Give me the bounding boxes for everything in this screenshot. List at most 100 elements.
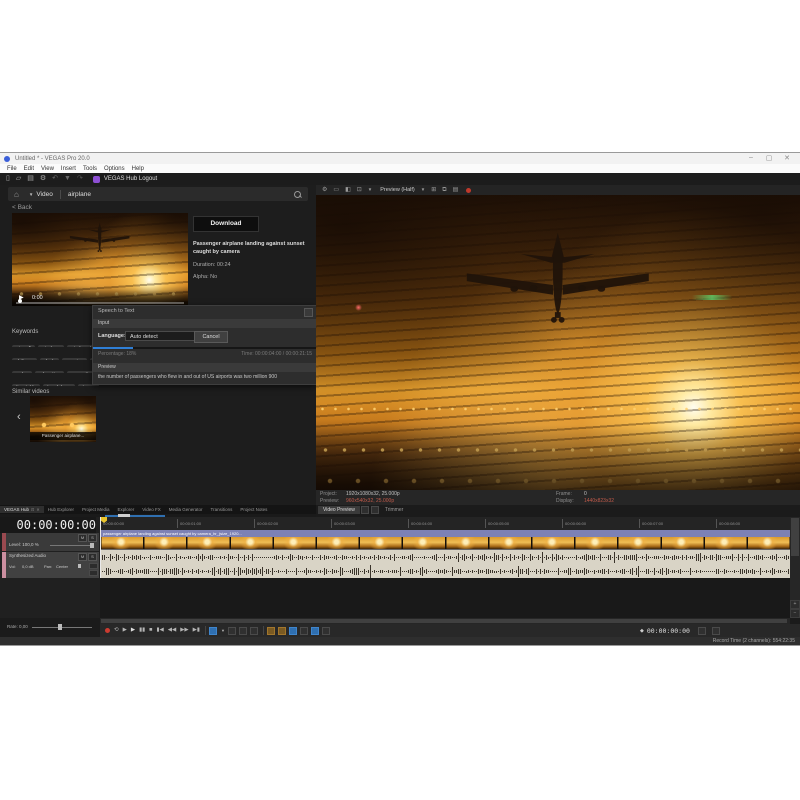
audio-track-header[interactable]: Synthesized Audio M S Vol: 0,0 dB Pan: C… — [2, 552, 99, 578]
tab-video-fx[interactable]: Video FX — [138, 506, 164, 513]
keyword-chip[interactable]: dusk — [40, 358, 59, 361]
grid-overlay-icon[interactable]: ⊞ — [431, 185, 436, 195]
keyword-chip[interactable]: airplane — [38, 345, 64, 348]
level-slider-track[interactable] — [50, 545, 94, 546]
lock-envelopes-button[interactable] — [278, 627, 286, 635]
back-link[interactable]: < Back — [12, 204, 32, 211]
menu-view[interactable]: View — [41, 166, 54, 172]
split-screen-icon[interactable]: ◧ — [345, 185, 351, 195]
undo-dropdown-icon[interactable]: ▼ — [64, 173, 71, 185]
menu-help[interactable]: Help — [132, 166, 144, 172]
auto-ripple-button[interactable] — [267, 627, 275, 635]
solo-button[interactable]: S — [88, 534, 97, 542]
loop-playback-icon[interactable]: ⟲ — [114, 624, 119, 637]
play-button[interactable]: ▶ — [131, 624, 135, 637]
seek-handle[interactable] — [18, 299, 22, 303]
maximize-button[interactable]: ▢ — [762, 154, 776, 162]
tab-video-preview[interactable]: Video Preview — [318, 506, 360, 514]
chevron-down-icon[interactable]: ▼ — [421, 185, 425, 195]
preview-quality-dropdown[interactable]: Preview (Half) — [380, 187, 415, 193]
selection-tool[interactable] — [239, 627, 247, 635]
tab-vegas-hub[interactable]: VEGAS Hub⊡✕ — [0, 506, 44, 513]
keyword-chip[interactable]: timetable — [12, 384, 40, 387]
keyword-chip[interactable]: radar — [12, 371, 32, 374]
hub-video-player[interactable]: ▶ 0:00 — [12, 213, 188, 306]
save-snapshot-icon[interactable]: ▤ — [453, 185, 459, 195]
menu-tools[interactable]: Tools — [83, 166, 97, 172]
step-forward-icon[interactable]: ▶▶ — [180, 624, 188, 637]
open-project-icon[interactable]: ▱ — [16, 173, 21, 185]
scroll-handle[interactable] — [101, 619, 787, 623]
video-clip-label[interactable]: passenger airplane landing against sunse… — [100, 530, 790, 537]
step-back-icon[interactable]: ◀◀ — [168, 624, 176, 637]
track-automation-button[interactable] — [89, 570, 98, 576]
vegas-hub-icon[interactable] — [93, 176, 100, 183]
search-input[interactable]: airplane — [68, 191, 91, 198]
similar-video-thumbnail[interactable]: Passenger airplane... — [30, 396, 96, 442]
mute-button[interactable]: M — [78, 534, 87, 542]
hub-search-bar[interactable]: ⌂ ▼ Video airplane — [8, 187, 308, 201]
track-name[interactable]: Synthesized Audio — [9, 553, 46, 558]
level-slider-handle[interactable] — [90, 543, 94, 548]
zoom-in-button[interactable]: + — [790, 600, 800, 609]
search-icon[interactable] — [294, 191, 301, 198]
tab-media-generator[interactable]: Media Generator — [165, 506, 207, 513]
timeline-body[interactable]: 00:00:00:00 00:00:01:00 00:00:02:00 00:0… — [100, 517, 790, 618]
save-project-icon[interactable]: ▤ — [27, 173, 34, 185]
redo-icon[interactable]: ↷ — [77, 173, 83, 185]
envelope-tool[interactable] — [228, 627, 236, 635]
cursor-time-value[interactable]: 00:00:00:00 — [647, 627, 690, 635]
timeline-ruler[interactable]: 00:00:00:00 00:00:01:00 00:00:02:00 00:0… — [100, 517, 790, 531]
preview-settings-icon[interactable]: ⚙ — [322, 185, 327, 195]
track-fx-button[interactable] — [89, 563, 98, 569]
enable-snapping-button[interactable] — [289, 627, 297, 635]
record-indicator-icon[interactable] — [466, 188, 471, 193]
quantize-frames-button[interactable] — [311, 627, 319, 635]
menu-insert[interactable]: Insert — [61, 166, 76, 172]
chevron-down-icon[interactable]: ▼ — [368, 185, 372, 195]
tab-explorer[interactable]: Explorer — [114, 506, 139, 513]
scroll-handle[interactable] — [791, 518, 799, 556]
keyword-chip[interactable]: touchdown — [43, 384, 75, 387]
close-icon[interactable]: ✕ — [36, 507, 39, 512]
tab-project-notes[interactable]: Project Notes — [236, 506, 271, 513]
pan-slider-handle[interactable] — [78, 564, 81, 568]
rate-slider-track[interactable] — [32, 627, 92, 628]
vegas-hub-logout-label[interactable]: VEGAS Hub Logout — [104, 176, 157, 182]
window-titlebar[interactable]: Untitled * - VEGAS Pro 20.0 — [0, 153, 800, 164]
category-dropdown[interactable]: ▼ Video — [29, 191, 53, 198]
tab-trimmer[interactable]: Trimmer — [380, 506, 408, 514]
pin-icon[interactable]: ⊡ — [31, 507, 34, 512]
pan-value[interactable]: Center — [56, 564, 68, 569]
close-button[interactable]: ✕ — [780, 154, 794, 162]
tab-transitions[interactable]: Transitions — [207, 506, 237, 513]
master-bus-track-header[interactable]: M S Level: 100,0 % — [2, 533, 99, 551]
keyword-chip[interactable]: delivery — [12, 358, 37, 361]
solo-button[interactable]: S — [88, 553, 97, 561]
auto-crossfade-button[interactable] — [322, 627, 330, 635]
record-button[interactable] — [105, 628, 110, 633]
undo-icon[interactable]: ↶ — [52, 173, 58, 185]
tab-project-media[interactable]: Project Media — [78, 506, 114, 513]
new-project-icon[interactable]: ▯ — [6, 173, 10, 185]
vol-value[interactable]: 0,0 dB — [22, 564, 34, 569]
tool-dropdown-icon[interactable]: ▼ — [221, 624, 225, 637]
download-button[interactable]: Download — [193, 216, 259, 232]
cancel-button[interactable]: Cancel — [194, 331, 228, 343]
external-monitor-icon[interactable]: ▭ — [333, 185, 339, 195]
timeline-time-display[interactable]: 00:00:00:00 — [0, 517, 96, 533]
video-clip-filmstrip[interactable] — [100, 537, 790, 549]
menu-edit[interactable]: Edit — [24, 166, 34, 172]
keyword-chip[interactable]: evening — [62, 358, 88, 361]
rate-slider-handle[interactable] — [58, 624, 62, 630]
menu-file[interactable]: File — [7, 166, 17, 172]
copy-snapshot-icon[interactable]: ⧉ — [442, 185, 446, 195]
keyword-chip[interactable]: relaxation — [35, 371, 65, 374]
go-to-start-icon[interactable]: ▮◀ — [156, 624, 163, 637]
keyword-chip[interactable]: aircraft — [12, 345, 35, 348]
tab-close-icon[interactable] — [371, 506, 379, 514]
go-to-end-icon[interactable]: ▶▮ — [193, 624, 200, 637]
play-from-start-icon[interactable]: ▶ — [123, 624, 127, 637]
previous-arrow-icon[interactable]: ‹ — [17, 411, 21, 423]
dialog-collapse-button[interactable] — [304, 308, 313, 317]
